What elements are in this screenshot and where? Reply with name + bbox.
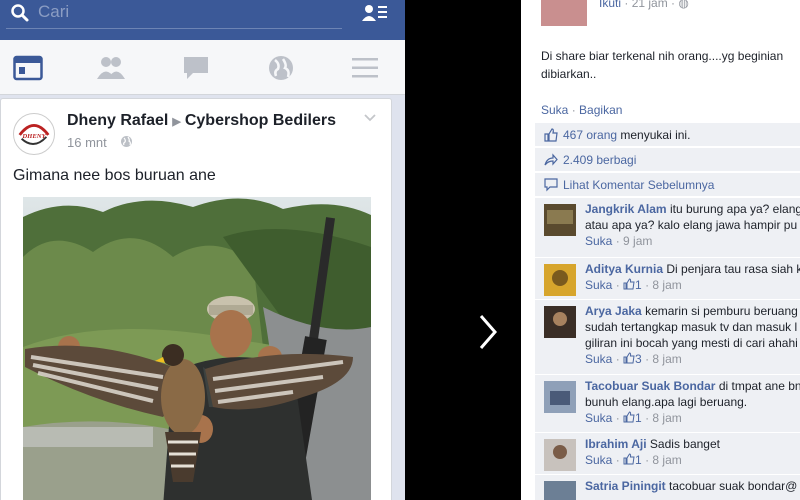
author-name[interactable]: Dheny Rafael <box>67 112 168 129</box>
comment-like-link[interactable]: Suka <box>585 352 612 366</box>
feed-post: DHENY Dheny Rafael ▶ Cybershop Bedilers 16… <box>0 98 392 500</box>
post-time[interactable]: 21 jam <box>632 0 668 10</box>
like-link[interactable]: Suka <box>541 103 568 117</box>
comment-time[interactable]: 8 jam <box>652 278 681 292</box>
comment-item: Arya Jaka kemarin si pemburu beruang sud… <box>535 299 800 374</box>
commenter-name[interactable]: Satria Piningit <box>585 479 666 493</box>
comment-like-count[interactable]: 1 <box>635 278 642 292</box>
follow-link[interactable]: Ikuti <box>599 0 621 10</box>
like-count-icon <box>623 453 635 465</box>
target-group-name[interactable]: Cybershop Bedilers <box>185 112 336 129</box>
friend-requests-icon[interactable] <box>96 55 126 81</box>
post-photo[interactable] <box>23 197 371 500</box>
messages-icon[interactable] <box>181 55 211 81</box>
shares-summary[interactable]: 2.409 berbagi <box>535 147 800 171</box>
top-search-bar: Cari <box>0 0 405 40</box>
likes-summary[interactable]: 467 orang menyukai ini. <box>535 122 800 146</box>
comment-text: Sadis banget <box>649 437 720 451</box>
post-timestamp[interactable]: 16 mnt <box>67 135 107 150</box>
comment-text-line2: bunuh elang.apa lagi beruang. <box>585 395 748 409</box>
likes-count[interactable]: 467 orang <box>563 128 617 142</box>
commenter-avatar[interactable] <box>544 264 576 296</box>
comment-item: Satria Piningit tacobuar suak bondar@ <box>535 474 800 500</box>
shares-count[interactable]: 2.409 berbagi <box>563 153 636 167</box>
comment-item: Ibrahim Aji Sadis banget Suka · 1 · 8 ja… <box>535 432 800 474</box>
privacy-globe-icon <box>121 136 132 147</box>
previous-comments[interactable]: Lihat Komentar Sebelumnya <box>535 172 800 196</box>
privacy-globe-icon: ◍ <box>678 0 689 10</box>
comment-text: itu burung apa ya? elang <box>669 202 800 216</box>
comment-text: tacobuar suak bondar@ <box>669 479 798 493</box>
comment-like-link[interactable]: Suka <box>585 278 612 292</box>
comment-time[interactable]: 9 jam <box>623 234 652 248</box>
view-previous-comments-link[interactable]: Lihat Komentar Sebelumnya <box>563 178 714 192</box>
comment-item: Jangkrik Alam itu burung apa ya? elang a… <box>535 197 800 257</box>
share-arrow-icon <box>544 153 558 166</box>
comment-like-link[interactable]: Suka <box>585 453 612 467</box>
target-arrow-icon: ▶ <box>172 116 181 128</box>
comment-time[interactable]: 8 jam <box>652 453 681 467</box>
commenter-name[interactable]: Jangkrik Alam <box>585 202 667 216</box>
search-input[interactable]: Cari <box>38 2 69 22</box>
screenshot-composite: Cari DHENY Dheny Rafael ▶ Cybershop Bedi… <box>0 0 800 500</box>
comment-like-link[interactable]: Suka <box>585 411 612 425</box>
post-header: Dheny Rafael ▶ Cybershop Bedilers <box>67 112 336 130</box>
comment-item: Tacobuar Suak Bondar di tmpat ane bng bu… <box>535 374 800 432</box>
commenter-avatar[interactable] <box>544 381 576 413</box>
commenter-avatar[interactable] <box>544 439 576 471</box>
tab-bar <box>0 40 405 95</box>
author-avatar[interactable]: DHENY <box>13 113 55 155</box>
comment-like-link[interactable]: Suka <box>585 234 612 248</box>
commenter-name[interactable]: Arya Jaka <box>585 304 642 318</box>
comment-like-count[interactable]: 1 <box>635 453 642 467</box>
post-meta: Ikuti · 21 jam · ◍ <box>599 0 689 10</box>
thumbs-up-icon <box>544 128 558 142</box>
comment-text-line3: giliran ini bocah yang mesti di cari aha… <box>585 336 798 350</box>
post-actions: Suka · Bagikan <box>541 103 623 117</box>
mobile-feed-screen: Cari DHENY Dheny Rafael ▶ Cybershop Bedi… <box>0 0 405 500</box>
comment-text: di tmpat ane bng <box>718 379 800 393</box>
comment-text-line2: atau apa ya? kalo elang jawa hampir pu <box>585 218 798 232</box>
commenter-name[interactable]: Aditya Kurnia <box>585 262 663 276</box>
like-count-icon <box>623 352 635 364</box>
commenter-avatar[interactable] <box>544 204 576 236</box>
comment-time[interactable]: 8 jam <box>652 352 681 366</box>
comment-item: Aditya Kurnia Di penjara tau rasa siah k… <box>535 257 800 299</box>
search-icon[interactable] <box>10 3 30 23</box>
poster-avatar[interactable] <box>541 0 587 26</box>
comment-text: Di penjara tau rasa siah k <box>666 262 800 276</box>
friends-list-icon[interactable] <box>362 3 388 23</box>
comment-bubble-icon <box>544 178 558 192</box>
comment-text-line2: sudah tertangkap masuk tv dan masuk l <box>585 320 798 334</box>
commenter-avatar[interactable] <box>544 306 576 338</box>
comment-text: kemarin si pemburu beruang <box>645 304 798 318</box>
search-underline <box>6 28 342 29</box>
commenter-name[interactable]: Ibrahim Aji <box>585 437 647 451</box>
comment-like-count[interactable]: 3 <box>635 352 642 366</box>
post-text: Di share biar terkenal nih orang....yg b… <box>541 49 784 81</box>
avatar-logo-text: DHENY <box>21 133 46 140</box>
chevron-right-icon <box>479 315 497 349</box>
commenter-avatar[interactable] <box>544 481 576 500</box>
commenter-name[interactable]: Tacobuar Suak Bondar <box>585 379 715 393</box>
post-options-chevron-icon[interactable] <box>363 113 377 123</box>
post-text: Gimana nee bos buruan ane <box>13 167 216 184</box>
post-detail-screen: Ikuti · 21 jam · ◍ Di share biar terkena… <box>521 0 800 500</box>
likes-suffix: menyukai ini. <box>620 128 691 142</box>
like-count-icon <box>623 278 635 290</box>
news-feed-icon[interactable] <box>13 55 43 81</box>
share-link[interactable]: Bagikan <box>579 103 622 117</box>
comment-time[interactable]: 8 jam <box>652 411 681 425</box>
comment-like-count[interactable]: 1 <box>635 411 642 425</box>
globe-notifications-icon[interactable] <box>266 55 296 81</box>
menu-icon[interactable] <box>350 55 380 81</box>
like-count-icon <box>623 411 635 423</box>
